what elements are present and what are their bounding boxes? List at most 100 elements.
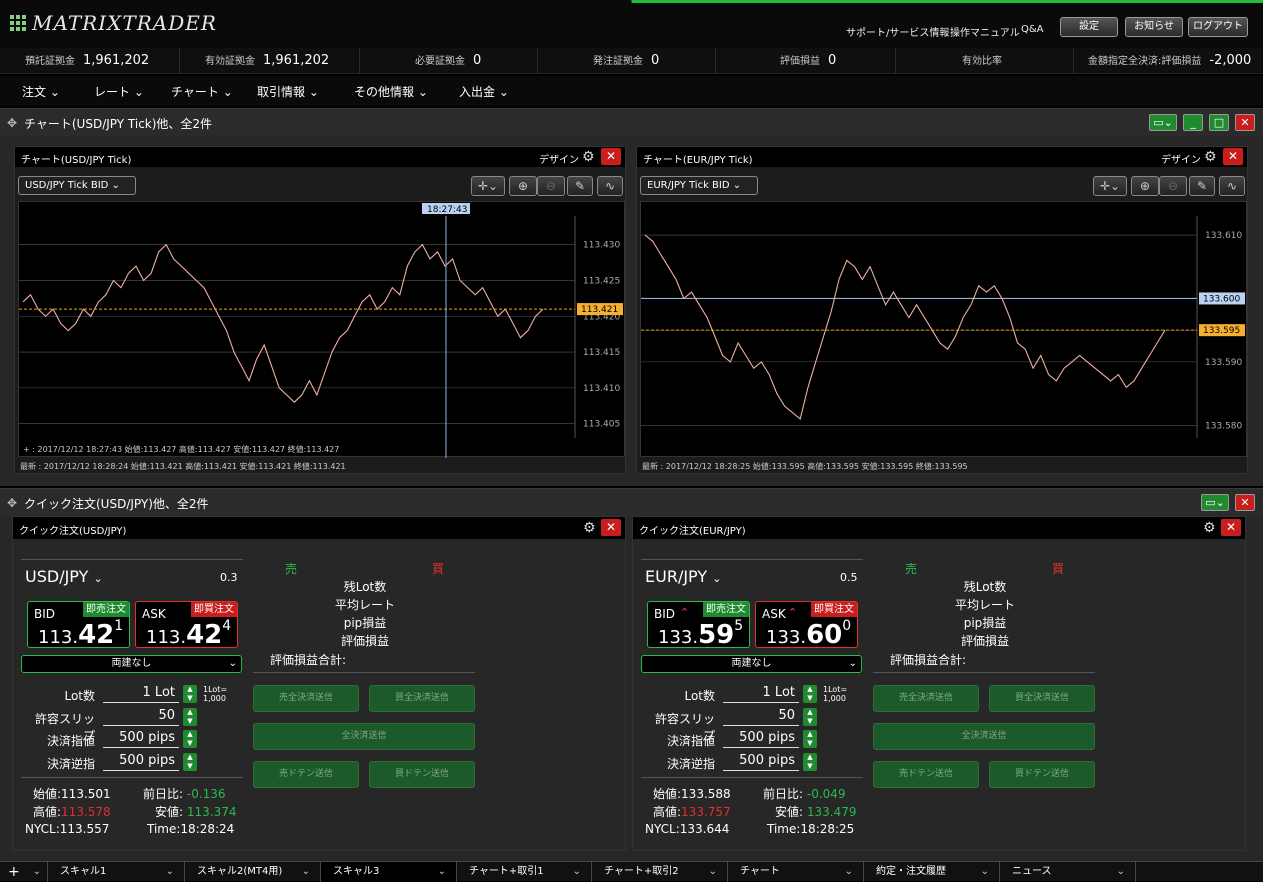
indicator-icon[interactable]: ∿ [597,176,623,196]
hedge-mode-select[interactable]: 両建なし ⌄ [641,655,862,673]
pair-select[interactable]: USD/JPY ⌄ [25,567,103,586]
close-all-button[interactable]: 全決済送信 [873,723,1095,750]
ask-box[interactable]: ASK ⌃ 即買注文 133.600 [755,601,858,650]
menu-other-info[interactable]: その他情報 ⌄ [354,83,428,100]
design-link[interactable]: デザイン [539,151,579,166]
sell-now-button[interactable]: 即売注文 [83,602,129,617]
qa-link[interactable]: Q&A [1021,24,1044,35]
buy-doten-button[interactable]: 買ドテン送信 [369,761,475,788]
buy-doten-button[interactable]: 買ドテン送信 [989,761,1095,788]
stepper-icon[interactable]: ▲ ▼ [803,685,817,703]
chart-panel-header[interactable]: ✥ チャート(USD/JPY Tick)他、全2件 ▭⌄ _ □ ✕ [0,108,1263,136]
sell-doten-button[interactable]: 売ドテン送信 [253,761,359,788]
support-link[interactable]: サポート/サービス情報 [846,24,949,39]
field-input[interactable]: 500 pips [103,753,179,771]
logout-button[interactable]: ログアウト [1188,17,1248,37]
stepper-icon[interactable]: ▲ ▼ [803,707,817,726]
field-input[interactable]: 50 [103,708,179,726]
stepper-icon[interactable]: ▲ ▼ [183,685,197,703]
bid-box[interactable]: BID ⌃ 即売注文 133.595 [647,601,750,650]
stepper-icon[interactable]: ▲ ▼ [183,752,197,771]
layout-icon[interactable]: ▭⌄ [1149,114,1177,131]
close-icon[interactable]: ✕ [1235,114,1255,131]
maximize-icon[interactable]: □ [1209,114,1229,131]
tab-scalp1[interactable]: スキャル1 ⌄ [48,862,185,882]
menu-chart[interactable]: チャート ⌄ [171,83,233,100]
quick-panel-body: クイック注文(USD/JPY) ⚙ ✕ USD/JPY ⌄ 0.3 BID 即売… [0,516,1263,861]
bid-box[interactable]: BID 即売注文 113.421 [27,601,130,650]
crosshair-tool-icon[interactable]: ✛⌄ [1093,176,1127,196]
zoom-in-icon[interactable]: ⊕ [509,176,537,196]
close-all-button[interactable]: 全決済送信 [253,723,475,750]
buy-now-button[interactable]: 即買注文 [191,602,237,617]
field-input[interactable]: 500 pips [103,730,179,748]
field-input[interactable]: 1 Lot [723,685,799,703]
close-icon[interactable]: ✕ [1223,148,1243,165]
field-input[interactable]: 500 pips [723,730,799,748]
pencil-icon[interactable]: ✎ [567,176,593,196]
hedge-mode-select[interactable]: 両建なし ⌄ [21,655,242,673]
stepper-icon[interactable]: ▲ ▼ [183,707,197,726]
ask-box[interactable]: ASK 即買注文 113.424 [135,601,238,650]
stepper-icon[interactable]: ▲ ▼ [803,730,817,748]
layout-icon[interactable]: ▭⌄ [1201,494,1229,511]
price-chart-eurjpy[interactable]: 133.610133.600133.595133.590133.580133.6… [641,202,1248,458]
move-icon[interactable]: ✥ [7,116,17,130]
move-icon[interactable]: ✥ [7,496,17,510]
sell-now-button[interactable]: 即売注文 [703,602,749,617]
menu-deposit[interactable]: 入出金 ⌄ [459,83,509,100]
manual-link[interactable]: 操作マニュアル [950,24,1020,39]
tab-news[interactable]: ニュース ⌄ [1000,862,1136,882]
menu-trade-info[interactable]: 取引情報 ⌄ [257,83,319,100]
gear-icon[interactable]: ⚙ [1204,149,1217,165]
field-input[interactable]: 500 pips [723,753,799,771]
menu-order[interactable]: 注文 ⌄ [22,83,60,100]
pair-select[interactable]: EUR/JPY ⌄ [645,567,721,586]
stepper-icon[interactable]: ▲ ▼ [183,730,197,748]
gear-icon[interactable]: ⚙ [582,149,595,165]
gear-icon[interactable]: ⚙ [583,520,596,536]
symbol-select[interactable]: USD/JPY Tick BID ⌄ [18,176,136,195]
tab-chart-trade1[interactable]: チャート+取引1 ⌄ [457,862,592,882]
tab-scalp3[interactable]: スキャル3 ⌄ [321,862,457,882]
bid-price: 113.421 [38,618,124,650]
close-icon[interactable]: ✕ [1221,519,1241,536]
sell-close-all-button[interactable]: 売全決済送信 [253,685,359,712]
price-chart-usdjpy[interactable]: 113.430113.425113.420113.415113.410113.4… [19,202,626,458]
sell-close-all-button[interactable]: 売全決済送信 [873,685,979,712]
chevron-down-icon: ⌄ [498,85,509,99]
minimize-icon[interactable]: _ [1183,114,1203,131]
close-icon[interactable]: ✕ [1235,494,1255,511]
buy-close-all-button[interactable]: 買全決済送信 [989,685,1095,712]
gear-icon[interactable]: ⚙ [1203,520,1216,536]
buy-close-all-button[interactable]: 買全決済送信 [369,685,475,712]
chart-plot-usdjpy[interactable]: 113.430 113.425 113.420 113.415 113.410 113.4… [18,201,626,458]
stepper-icon[interactable]: ▲ ▼ [803,752,817,771]
chart-plot-eurjpy[interactable]: 133.610133.600133.595133.590133.580133.6… [640,201,1247,457]
symbol-select[interactable]: EUR/JPY Tick BID ⌄ [640,176,758,195]
menu-rate[interactable]: レート ⌄ [94,83,144,100]
close-icon[interactable]: ✕ [601,519,621,536]
tab-chart-trade2[interactable]: チャート+取引2 ⌄ [592,862,728,882]
add-tab-icon[interactable]: + ⌄ [0,862,48,882]
pencil-icon[interactable]: ✎ [1189,176,1215,196]
settings-button[interactable]: 設定 [1060,17,1118,37]
field-input[interactable]: 50 [723,708,799,726]
tab-chart[interactable]: チャート ⌄ [728,862,864,882]
design-link[interactable]: デザイン [1161,151,1201,166]
zoom-out-icon[interactable]: ⊖ [1159,176,1187,196]
crosshair-tool-icon[interactable]: ✛⌄ [471,176,505,196]
y-tick-label: 133.580 [1205,421,1242,431]
sell-doten-button[interactable]: 売ドテン送信 [873,761,979,788]
spread-value: 0.3 [220,571,238,584]
news-button[interactable]: お知らせ [1125,17,1183,37]
close-icon[interactable]: ✕ [601,148,621,165]
tab-scalp2[interactable]: スキャル2(MT4用) ⌄ [185,862,321,882]
field-input[interactable]: 1 Lot [103,685,179,703]
quick-panel-header[interactable]: ✥ クイック注文(USD/JPY)他、全2件 ▭⌄ ✕ [0,488,1263,516]
buy-now-button[interactable]: 即買注文 [811,602,857,617]
indicator-icon[interactable]: ∿ [1219,176,1245,196]
tab-history[interactable]: 約定・注文履歴 ⌄ [864,862,1000,882]
zoom-in-icon[interactable]: ⊕ [1131,176,1159,196]
zoom-out-icon[interactable]: ⊖ [537,176,565,196]
